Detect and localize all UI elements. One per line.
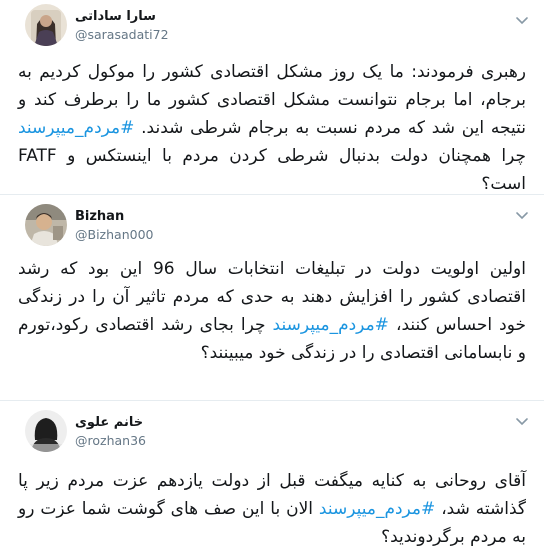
tweet: سارا ساداتی @sarasadati72 رهبری فرمودند:… <box>0 0 544 194</box>
tweet-text-part: چرا همچنان دولت بدنبال شرطی کردن مردم با… <box>18 146 526 194</box>
tweet-text: رهبری فرمودند: ما یک روز مشکل اقتصادی کش… <box>18 58 526 198</box>
tweet-header: خانم علوی @rozhan36 <box>0 401 544 461</box>
avatar[interactable] <box>25 204 67 246</box>
tweet-header: سارا ساداتی @sarasadati72 <box>0 0 544 60</box>
tweet-header: Bizhan @Bizhan000 <box>0 195 544 255</box>
chevron-down-icon[interactable] <box>514 413 530 429</box>
user-handle[interactable]: @sarasadati72 <box>75 26 169 43</box>
tweet-text: اولین اولویت دولت در تبلیغات انتخابات سا… <box>18 255 526 367</box>
user-handle[interactable]: @Bizhan000 <box>75 226 153 243</box>
hashtag-link[interactable]: #مردم_میپرسند <box>319 499 435 519</box>
avatar[interactable] <box>25 4 67 46</box>
chevron-down-icon[interactable] <box>514 12 530 28</box>
display-name[interactable]: سارا ساداتی <box>75 8 169 26</box>
display-name[interactable]: Bizhan <box>75 208 153 226</box>
avatar[interactable] <box>25 410 67 452</box>
display-name[interactable]: خانم علوی <box>75 414 146 432</box>
user-handle[interactable]: @rozhan36 <box>75 432 146 449</box>
hashtag-link[interactable]: #مردم_میپرسند <box>18 118 134 138</box>
tweet: Bizhan @Bizhan000 اولین اولویت دولت در ت… <box>0 194 544 400</box>
tweet: خانم علوی @rozhan36 آقای روحانی به کنایه… <box>0 400 544 555</box>
tweet-text: آقای روحانی به کنایه میگفت قبل از دولت ی… <box>18 467 526 551</box>
hashtag-link[interactable]: #مردم_میپرسند <box>273 315 389 335</box>
chevron-down-icon[interactable] <box>514 207 530 223</box>
